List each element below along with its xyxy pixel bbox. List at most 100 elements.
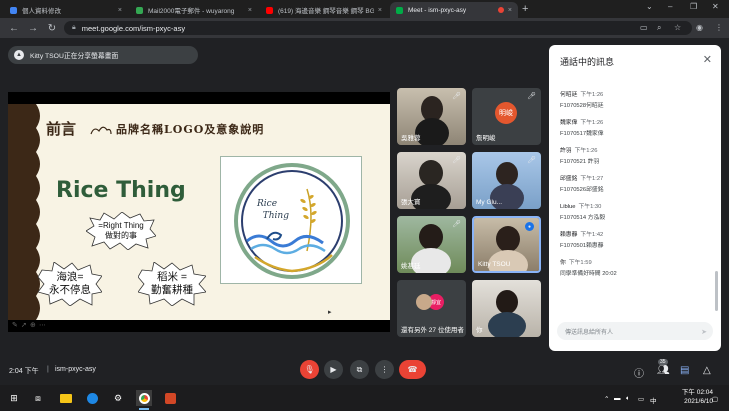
chat-message: 何昭廷 下午1:26 F1070528何昭廷: [560, 89, 710, 109]
minimize-icon[interactable]: –: [668, 2, 672, 11]
meeting-details-icon[interactable]: ⓘ: [634, 365, 644, 380]
pointer-icon[interactable]: ➚: [21, 321, 27, 329]
camera-icon[interactable]: ▭: [640, 23, 648, 32]
battery-icon[interactable]: ▭: [638, 395, 644, 403]
message-text: F1070521 許羽: [560, 159, 600, 165]
send-icon[interactable]: ➤: [701, 328, 707, 336]
participant-tile-active-speaker[interactable]: ● Kitty TSOU: [472, 216, 541, 273]
chevron-up-icon[interactable]: ⌃: [604, 395, 609, 403]
logo-text-line2: Thing: [262, 210, 289, 221]
tab-profile[interactable]: 個人資料修改 ×: [4, 2, 128, 18]
menu-icon[interactable]: ⋮: [715, 23, 723, 32]
participant-name: 你: [476, 327, 483, 334]
message-sender: 邱盛銘: [560, 176, 578, 182]
os-taskbar: ⊞ ⧈ ⚙ ⌃ ▬ 🔈︎ ▭ 中 下午 02:04 2021/6/10 ▢: [0, 385, 729, 411]
window-close-icon[interactable]: ✕: [712, 2, 719, 11]
file-explorer-icon[interactable]: [58, 390, 74, 406]
participant-name: 吳雅蓉: [401, 135, 421, 142]
chrome-icon[interactable]: [136, 390, 152, 410]
avatar: [416, 294, 432, 310]
chat-input[interactable]: 傳送訊息給所有人: [557, 322, 713, 340]
activities-button[interactable]: △: [703, 365, 711, 376]
system-clock[interactable]: 下午 02:04 2021/6/10: [682, 389, 713, 407]
speech-bubble-waves: 海浪= 永不停息: [38, 262, 102, 306]
leave-call-button[interactable]: ☎: [399, 360, 426, 379]
chat-message: 許羽 下午1:26 F1070521 許羽: [560, 145, 710, 165]
participant-video: [419, 224, 443, 250]
mic-toggle-button[interactable]: 🎙︎: [300, 360, 319, 379]
message-time: 下午1:26: [574, 148, 598, 154]
participant-tile[interactable]: 明峻 🎤︎ 詹明峻: [472, 88, 541, 145]
people-count-badge: 35: [658, 359, 668, 365]
mic-off-icon: 🎤︎: [452, 93, 461, 100]
logo-graphic: [234, 163, 350, 279]
volume-icon[interactable]: 🔈︎: [626, 395, 630, 403]
separator: |: [47, 366, 49, 373]
close-icon[interactable]: ×: [248, 7, 252, 14]
zoom-icon[interactable]: ⌕: [657, 23, 661, 33]
present-button[interactable]: ⧉: [350, 360, 369, 379]
participant-tile[interactable]: 🎤︎ 姚甚廷: [397, 216, 466, 273]
chat-button[interactable]: ▤: [680, 365, 689, 376]
back-icon[interactable]: ←: [9, 23, 19, 34]
powerpoint-icon[interactable]: [162, 390, 178, 406]
message-time: 下午1:27: [580, 176, 604, 182]
video-camera-icon: ▶: [330, 365, 337, 374]
close-icon[interactable]: ×: [378, 7, 382, 14]
close-icon[interactable]: ×: [508, 7, 512, 14]
shared-screen: 前言 品牌名稱LOGO及意象說明 Rice Thing =Right Thing…: [8, 92, 390, 332]
mic-off-icon: 🎤︎: [527, 157, 536, 164]
tab-search-icon[interactable]: ⌄: [646, 2, 653, 11]
maximize-icon[interactable]: ❐: [690, 2, 697, 11]
message-text: F1070526邱盛銘: [560, 187, 604, 193]
address-bar[interactable]: 🔒︎ meet.google.com/ism-pxyc-asy: [64, 21, 692, 35]
tab-youtube[interactable]: (619) 海邊音樂 鋼琴音樂 鋼琴 BGM ×: [260, 2, 388, 18]
network-icon[interactable]: ▬: [614, 395, 621, 402]
pen-icon[interactable]: ✎: [12, 321, 18, 329]
hang-up-icon: ☎: [407, 365, 418, 374]
participant-tile[interactable]: 🎤︎ 張大寶: [397, 152, 466, 209]
mic-off-icon: 🎙︎: [304, 365, 315, 374]
close-icon[interactable]: ✕: [703, 53, 712, 66]
more-participants-tile[interactable]: 靜宜 還有另外 27 位使用者: [397, 280, 466, 337]
settings-icon[interactable]: ⚙: [110, 390, 126, 406]
participant-name: 詹明峻: [476, 135, 496, 142]
more-vertical-icon: ⋮: [380, 365, 389, 374]
profile-icon[interactable]: ◉: [696, 23, 703, 32]
task-view-icon[interactable]: ⧈: [30, 390, 46, 406]
zoom-slide-icon[interactable]: ⊕: [30, 321, 36, 329]
tab-favicon-icon: [10, 6, 17, 14]
new-tab-button[interactable]: +: [522, 3, 528, 15]
notification-icon[interactable]: ▢: [712, 395, 718, 403]
participant-video: [496, 290, 518, 314]
message-time: 下午1:59: [568, 260, 592, 266]
meeting-time: 2:04 下午: [9, 368, 39, 375]
forward-icon[interactable]: →: [28, 23, 38, 34]
more-options-icon[interactable]: ⋯: [39, 321, 46, 329]
message-text: F1070514 方泓毅: [560, 215, 606, 221]
edge-icon[interactable]: [84, 390, 100, 406]
more-options-button[interactable]: ⋮: [375, 360, 394, 379]
participant-tile[interactable]: 🎤︎ 吳雅蓉: [397, 88, 466, 145]
close-icon[interactable]: ×: [118, 7, 122, 14]
people-button[interactable]: 35 👥︎: [657, 359, 670, 376]
chat-scrollbar[interactable]: [715, 271, 718, 311]
chat-message: 你下午1:59 同學準備好時間 20:02: [560, 257, 710, 277]
camera-toggle-button[interactable]: ▶: [324, 360, 343, 379]
message-time: 下午1:26: [580, 120, 604, 126]
tab-mail[interactable]: Mail2000電子郵件 - wuyarong ×: [130, 2, 258, 18]
reload-icon[interactable]: ↻: [47, 23, 57, 34]
avatar: 明峻: [495, 102, 517, 124]
windows-start-icon[interactable]: ⊞: [6, 390, 22, 406]
message-time: 下午1:26: [580, 92, 604, 98]
presentation-slide: 前言 品牌名稱LOGO及意象說明 Rice Thing =Right Thing…: [8, 104, 390, 320]
message-sender: 許羽: [560, 148, 572, 154]
browser-toolbar: ← → ↻ 🔒︎ meet.google.com/ism-pxyc-asy ▭ …: [0, 18, 729, 38]
chat-message: 魏家偉 下午1:26 F1070517魏家偉: [560, 117, 710, 137]
ime-icon[interactable]: 中: [650, 395, 657, 405]
tab-meet[interactable]: Meet - ism-pxyc-asy ×: [390, 2, 518, 18]
star-icon[interactable]: ☆: [674, 23, 681, 32]
message-time: 下午1:42: [580, 232, 604, 238]
self-tile[interactable]: 你: [472, 280, 541, 337]
participant-tile[interactable]: 🎤︎ My Glu...: [472, 152, 541, 209]
